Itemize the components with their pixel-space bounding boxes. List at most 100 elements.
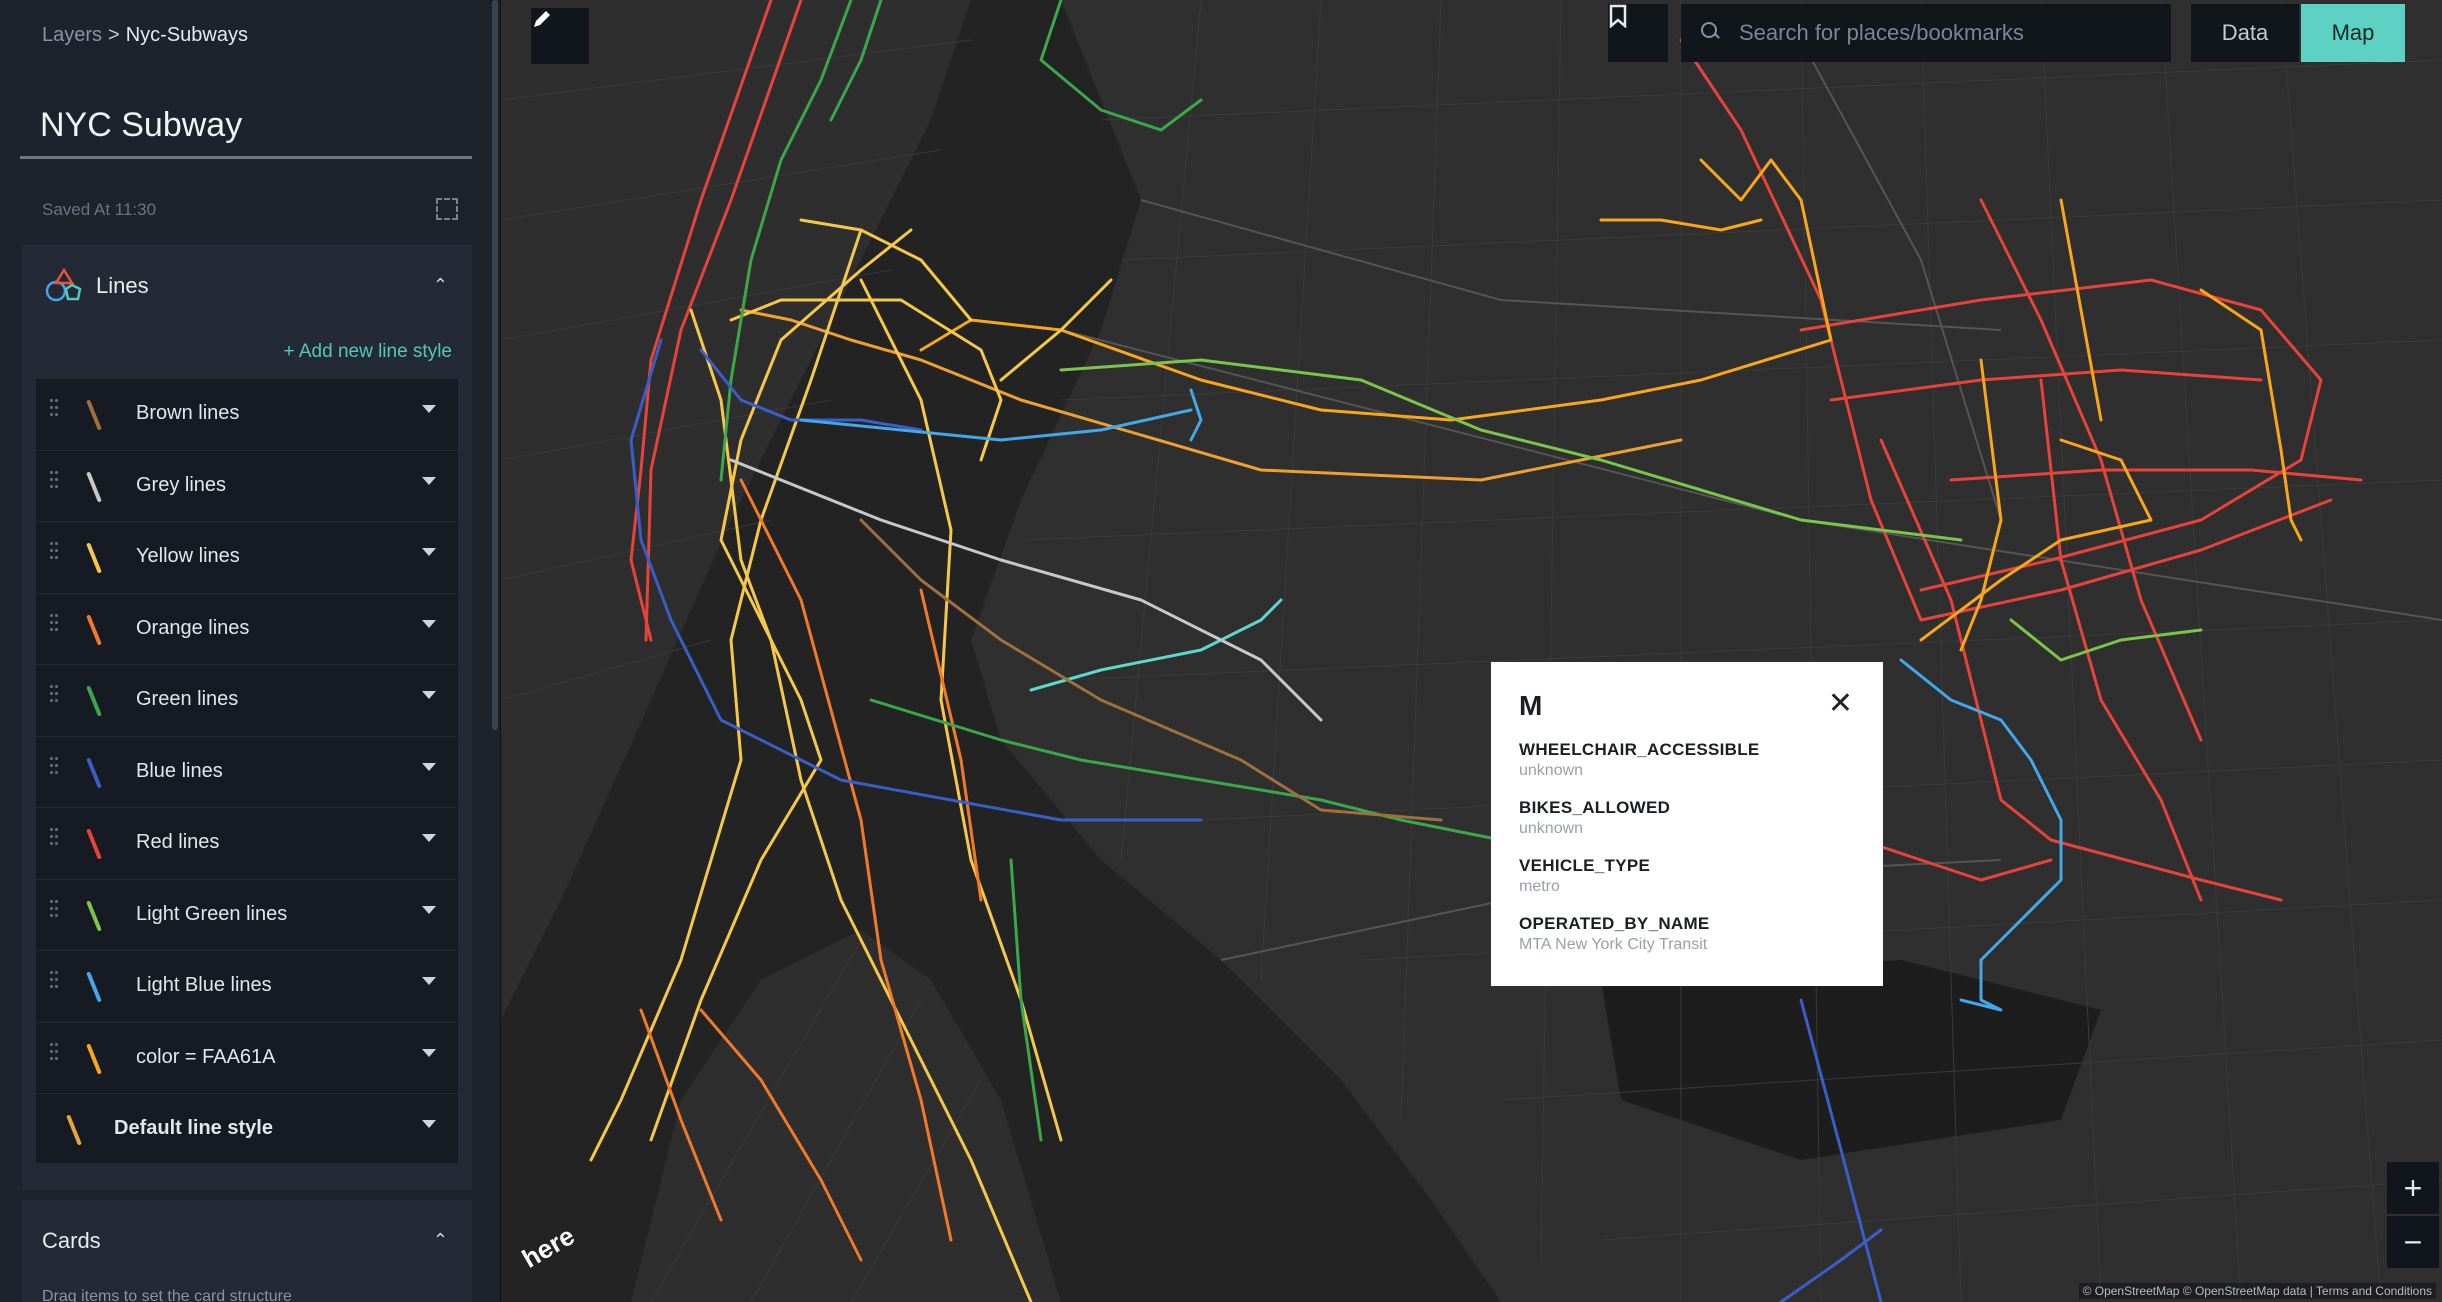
chevron-down-icon[interactable] [422,1048,436,1057]
map-attribution[interactable]: © OpenStreetMap © OpenStreetMap data | T… [2078,1283,2436,1299]
line-style-name: Yellow lines [136,545,240,567]
line-color-swatch-icon [86,470,102,503]
line-style-row[interactable]: Orange lines [36,594,458,665]
line-style-row[interactable]: Light Blue lines [36,951,458,1023]
property-key: VEHICLE_TYPE [1519,856,1651,875]
collapse-chevron-icon[interactable]: ⌃ [433,275,448,296]
map-canvas[interactable]: Data Map M ✕ WHEELCHAIR_ACCESSIBLEunknow… [501,0,2442,1302]
property-key: WHEELCHAIR_ACCESSIBLE [1519,740,1760,759]
property-key: OPERATED_BY_NAME [1519,914,1710,933]
tab-data[interactable]: Data [2191,4,2299,62]
breadcrumb-current: Nyc-Subways [125,24,248,46]
drag-handle-icon[interactable] [50,971,60,993]
shapes-icon [45,267,82,302]
popup-property: VEHICLE_TYPEmetro [1519,856,1650,896]
drag-handle-icon[interactable] [50,470,60,493]
lines-panel: Lines ⌃ + Add new line style Brown lines… [22,245,472,1190]
lines-panel-header[interactable]: Lines ⌃ [22,245,472,323]
line-color-swatch-icon [86,971,102,1003]
line-style-row[interactable]: Grey lines [36,451,458,522]
drag-handle-icon[interactable] [50,685,60,707]
sidebar: Layers > Nyc-Subways NYC Subway Saved At 1… [0,0,501,1302]
map-base [501,0,2442,1302]
chevron-down-icon[interactable] [422,691,436,699]
tab-map[interactable]: Map [2301,4,2405,62]
drag-handle-icon[interactable] [50,756,60,779]
chevron-down-icon[interactable] [422,548,436,556]
edit-button[interactable] [531,8,589,64]
pencil-icon [534,11,550,27]
feature-popup: M ✕ WHEELCHAIR_ACCESSIBLE unknown BIKES_AL… [1491,662,1883,986]
line-color-swatch-icon [86,685,102,717]
drag-handle-icon[interactable] [50,613,60,636]
search-bar [1681,4,2171,62]
property-value: MTA New York City Transit [1519,936,1708,953]
line-style-row[interactable]: Green lines [36,665,458,737]
drag-handle-icon[interactable] [50,899,60,922]
drag-handle-icon[interactable] [50,542,60,564]
bookmark-icon [1609,4,1627,28]
bookmark-button[interactable] [1608,4,1668,62]
cards-panel-header[interactable]: Cards ⌃ [22,1200,472,1278]
expand-icon[interactable] [436,198,458,220]
line-color-swatch-icon [86,399,102,431]
chevron-down-icon[interactable] [422,977,436,985]
chevron-down-icon[interactable] [422,1120,436,1128]
line-style-row[interactable]: Brown lines [36,379,458,451]
zoom-in-button[interactable]: + [2387,1162,2439,1214]
chevron-down-icon[interactable] [422,905,436,914]
zoom-out-button[interactable]: − [2387,1216,2439,1268]
close-icon[interactable]: ✕ [1828,686,1853,721]
line-style-name: Green lines [136,688,239,710]
breadcrumb-separator: > [108,24,120,46]
chevron-down-icon[interactable] [422,619,436,628]
saved-status: Saved At 11:30 [42,200,157,219]
line-style-name: Default line style [114,1117,273,1139]
sidebar-scrollbar[interactable] [492,0,498,730]
line-color-swatch-icon [86,1042,102,1075]
layer-title[interactable]: NYC Subway [40,106,242,145]
property-value: metro [1519,878,1560,895]
popup-property: BIKES_ALLOWEDunknown [1519,798,1670,838]
search-input[interactable] [1737,16,2151,50]
line-style-row[interactable]: Blue lines [36,737,458,808]
line-style-name: Orange lines [136,616,250,639]
line-style-row[interactable]: Red lines [36,808,458,880]
drag-handle-icon[interactable] [50,828,60,850]
cards-panel-title: Cards [42,1228,101,1253]
line-style-row[interactable]: Default line style [36,1094,458,1166]
drag-handle-icon[interactable] [50,1042,60,1065]
chevron-down-icon[interactable] [422,405,436,413]
cards-hint: Drag items to set the card structure [42,1288,292,1302]
line-style-list: Brown lines Grey lines Yellow lines Orange … [36,379,458,1166]
line-style-row[interactable]: Yellow lines [36,522,458,594]
line-style-name: Light Blue lines [136,974,272,996]
line-style-row[interactable]: color = FAA61A [36,1023,458,1094]
line-color-swatch-icon [86,542,102,574]
line-style-name: Light Green lines [136,902,288,925]
line-style-name: color = FAA61A [136,1045,276,1068]
chevron-down-icon[interactable] [422,762,436,771]
drag-handle-icon[interactable] [50,399,60,421]
popup-property: WHEELCHAIR_ACCESSIBLEunknown [1519,740,1760,780]
collapse-chevron-icon[interactable]: ⌃ [433,1230,448,1251]
line-color-swatch-icon [86,828,102,860]
line-style-row[interactable]: Light Green lines [36,880,458,951]
popup-property: OPERATED_BY_NAME MTA New York City Transi… [1519,914,1710,954]
popup-title: M [1519,690,1543,721]
line-style-name: Red lines [136,831,220,853]
line-color-swatch-icon [86,756,102,789]
line-style-name: Brown lines [136,402,240,424]
lines-panel-title: Lines [96,273,149,298]
chevron-down-icon[interactable] [422,834,436,842]
layer-title-field[interactable]: NYC Subway [20,96,472,159]
property-value: unknown [1519,820,1584,837]
property-key: BIKES_ALLOWED [1519,798,1671,817]
chevron-down-icon[interactable] [422,476,436,485]
cards-panel: Cards ⌃ Drag items to set the card struc… [22,1200,472,1302]
add-line-style-button[interactable]: + Add new line style [284,341,452,363]
breadcrumb: Layers > Nyc-Subways [42,24,248,47]
property-value: unknown [1519,762,1584,779]
breadcrumb-parent[interactable]: Layers [42,24,102,46]
line-color-swatch-icon [86,899,102,932]
